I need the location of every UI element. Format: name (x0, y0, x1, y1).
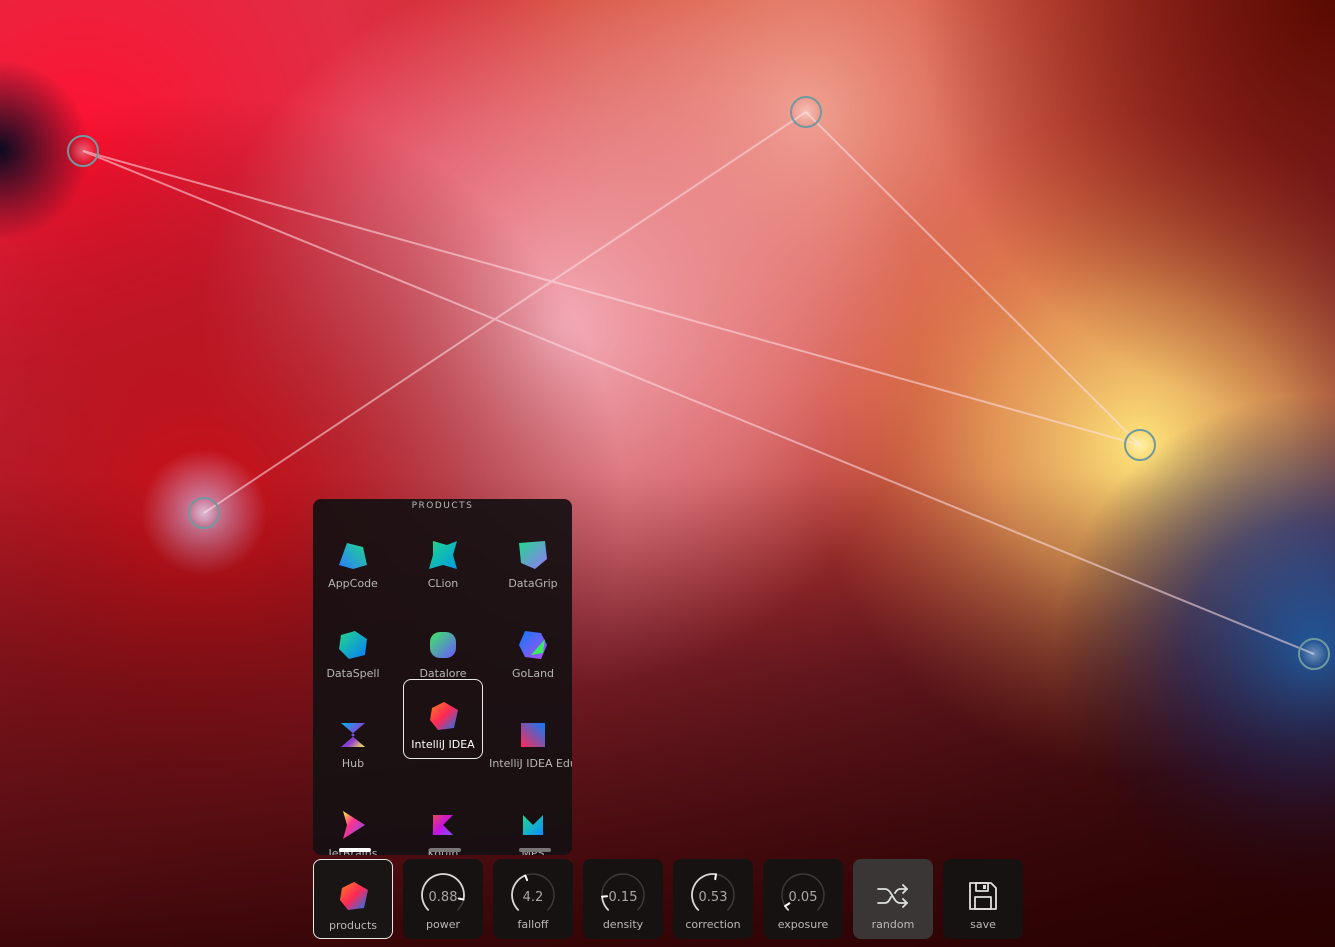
product-goland[interactable]: GoLand (493, 609, 572, 689)
random-label: random (871, 918, 915, 931)
product-intellij-idea-edu[interactable]: IntelliJ IDEA Edu (489, 699, 572, 779)
product-hub[interactable]: Hub (313, 699, 393, 779)
intellij-idea-logo-icon (430, 702, 458, 730)
correction-knob[interactable]: 0.53 correction (673, 859, 753, 939)
datalore-logo-icon (430, 632, 456, 658)
knob-value: 0.53 (698, 890, 728, 905)
products-button[interactable]: products (313, 859, 393, 939)
jetbrains-logo-icon (343, 811, 365, 839)
product-kotlin[interactable]: Kotlin (403, 789, 483, 855)
knob-label: falloff (517, 918, 549, 931)
shuffle-icon (877, 884, 908, 908)
intellij-idea-logo-icon (340, 882, 368, 910)
knob-label: density (602, 918, 644, 931)
gradient-canvas (0, 0, 1335, 947)
knob-label: correction (685, 918, 741, 931)
knob-indicator (524, 874, 529, 882)
mps-logo-icon (523, 815, 543, 835)
hub-logo-icon (341, 723, 365, 747)
pager-dot[interactable] (339, 848, 371, 852)
light-node-handle[interactable] (1298, 638, 1330, 670)
knob-label: exposure (777, 918, 829, 931)
pager-dot[interactable] (429, 848, 461, 852)
save-label: save (970, 918, 996, 931)
product-label: IntelliJ IDEA (411, 738, 475, 751)
knob-value: 0.88 (428, 890, 458, 905)
knob-value: 4.2 (522, 890, 544, 905)
knob-label: power (426, 918, 460, 931)
save-button[interactable]: save (943, 859, 1023, 939)
product-datagrip[interactable]: DataGrip (493, 519, 572, 599)
light-node-handle[interactable] (790, 96, 822, 128)
appcode-logo-icon (339, 543, 367, 569)
product-label: Hub (341, 757, 365, 770)
product-label: CLion (427, 577, 459, 590)
intellij-idea-edu-logo-icon (521, 723, 545, 747)
pager-dot[interactable] (519, 848, 551, 852)
knob-value: 0.15 (608, 890, 638, 905)
product-clion[interactable]: CLion (403, 519, 483, 599)
falloff-knob[interactable]: 4.2 falloff (493, 859, 573, 939)
kotlin-logo-icon (433, 815, 453, 835)
product-label: DataSpell (326, 667, 380, 680)
knob-value: 0.05 (788, 890, 818, 905)
datagrip-logo-icon (519, 541, 547, 569)
dataspell-logo-icon (339, 631, 367, 659)
knob-indicator (714, 873, 717, 881)
goland-logo-icon (519, 631, 547, 659)
random-button[interactable]: random (853, 859, 933, 939)
clion-logo-icon (429, 541, 457, 569)
light-node-handle[interactable] (188, 497, 220, 529)
exposure-knob[interactable]: 0.05 exposure (763, 859, 843, 939)
product-appcode[interactable]: AppCode (313, 519, 393, 599)
products-panel: PRODUCTS AppCode CLion DataGrip DataSpel… (313, 499, 572, 855)
product-datalore[interactable]: Datalore (403, 609, 483, 689)
floppy-disk-icon (969, 882, 997, 910)
product-intellij-idea[interactable]: IntelliJ IDEA (403, 679, 483, 759)
light-node-handle[interactable] (1124, 429, 1156, 461)
product-mps[interactable]: MPS (493, 789, 572, 855)
products-label: products (328, 919, 378, 932)
product-label: AppCode (328, 577, 378, 590)
light-node-handle[interactable] (67, 135, 99, 167)
panel-title: PRODUCTS (411, 501, 474, 511)
product-dataspell[interactable]: DataSpell (313, 609, 393, 689)
product-label: IntelliJ IDEA Edu (489, 757, 572, 770)
power-knob[interactable]: 0.88 power (403, 859, 483, 939)
density-knob[interactable]: 0.15 density (583, 859, 663, 939)
product-jetbrains[interactable]: JetBrains (313, 789, 393, 855)
product-label: DataGrip (508, 577, 558, 590)
product-label: GoLand (511, 667, 555, 680)
